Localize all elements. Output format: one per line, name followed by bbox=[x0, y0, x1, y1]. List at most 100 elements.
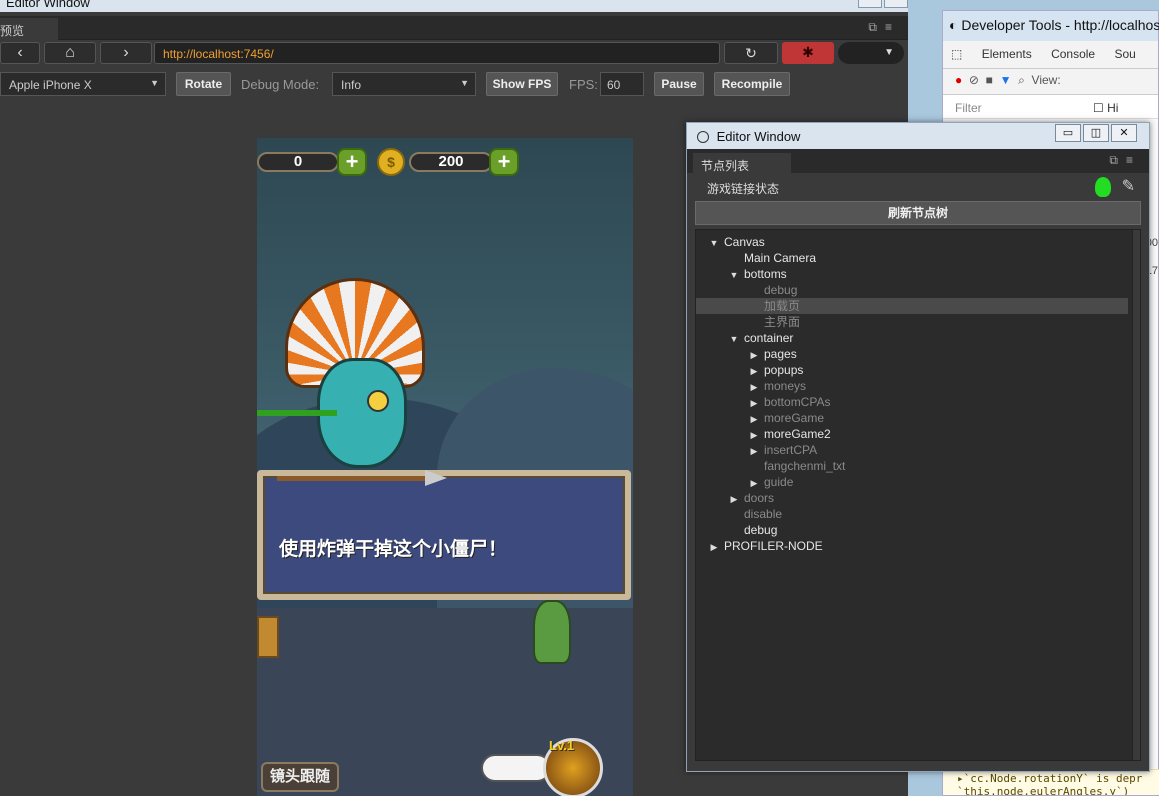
tree-node[interactable]: disable bbox=[696, 506, 1140, 522]
collapse-arrow-icon[interactable]: ▶ bbox=[744, 427, 764, 443]
debug-button[interactable]: ✱ bbox=[782, 42, 834, 64]
warning-line: `this.node.eulerAngles.y`) bbox=[957, 785, 1130, 795]
tree-node[interactable]: ▶ doors bbox=[696, 490, 1140, 506]
tree-node-label: Canvas bbox=[724, 235, 765, 249]
tree-node[interactable]: ▶ PROFILER-NODE bbox=[696, 538, 1140, 554]
clear-icon[interactable]: ⊘ bbox=[969, 73, 979, 87]
collapse-arrow-icon[interactable]: ▶ bbox=[704, 539, 724, 555]
collapse-arrow-icon[interactable]: ▶ bbox=[744, 395, 764, 411]
tree-window-titlebar: Editor Window ▭ ◫ ✕ bbox=[687, 123, 1149, 149]
tree-node-label: Main Camera bbox=[744, 251, 817, 265]
tab-node-list[interactable]: 节点列表 bbox=[693, 153, 791, 173]
tree-node[interactable]: ▶ moreGame2 bbox=[696, 426, 1140, 442]
maximize-button[interactable]: ◫ bbox=[1083, 124, 1109, 142]
tree-node[interactable]: ▶ moneys bbox=[696, 378, 1140, 394]
tree-node[interactable]: ▼ bottoms bbox=[696, 266, 1140, 282]
pause-button[interactable]: Pause bbox=[654, 72, 704, 96]
forward-button[interactable]: › bbox=[100, 42, 152, 64]
tree-node[interactable]: debug bbox=[696, 282, 1140, 298]
rotate-button[interactable]: Rotate bbox=[176, 72, 231, 96]
expand-arrow-icon[interactable]: ▼ bbox=[704, 235, 724, 251]
tab-options-icon[interactable]: ⧉≡ bbox=[1109, 153, 1141, 168]
bulb-icon bbox=[1095, 177, 1111, 197]
tree-node[interactable]: ▶ insertCPA bbox=[696, 442, 1140, 458]
more-dropdown[interactable]: ▼ bbox=[838, 42, 904, 64]
back-button[interactable]: ‹ bbox=[0, 42, 40, 64]
add-coins-button[interactable]: + bbox=[489, 148, 519, 176]
tab-sources[interactable]: Sou bbox=[1114, 47, 1135, 61]
collapse-arrow-icon[interactable]: ▶ bbox=[744, 347, 764, 363]
minimize-button[interactable]: ▭ bbox=[1055, 124, 1081, 142]
camera-icon[interactable]: ■ bbox=[986, 73, 993, 87]
devtools-titlebar: ◐ Developer Tools - http://localhost bbox=[943, 11, 1159, 41]
left-counter: 0 bbox=[257, 152, 339, 172]
show-fps-button[interactable]: Show FPS bbox=[486, 72, 558, 96]
search-icon[interactable]: ⌕ bbox=[1018, 73, 1025, 87]
collapse-arrow-icon[interactable]: ▶ bbox=[744, 411, 764, 427]
tab-preview[interactable]: 预览 bbox=[0, 18, 58, 40]
collapse-arrow-icon[interactable]: ▶ bbox=[744, 363, 764, 379]
refresh-tree-button[interactable]: 刷新节点树 bbox=[695, 201, 1141, 225]
minimize-button[interactable] bbox=[858, 0, 882, 8]
debug-mode-label: Debug Mode: bbox=[241, 77, 320, 92]
tree-node-label: moneys bbox=[764, 379, 807, 393]
url-input[interactable]: http://localhost:7456/ bbox=[154, 42, 720, 64]
collapse-arrow-icon[interactable]: ▶ bbox=[744, 443, 764, 459]
coin-icon: $ bbox=[377, 148, 405, 176]
node-tree[interactable]: ▼ Canvas Main Camera ▼ bottoms debug 加载页 主界面 ▼ co… bbox=[695, 229, 1141, 761]
tree-node[interactable]: ▶ guide bbox=[696, 474, 1140, 490]
recompile-button[interactable]: Recompile bbox=[714, 72, 790, 96]
view-label: View: bbox=[1031, 73, 1061, 87]
tree-node[interactable]: ▶ popups bbox=[696, 362, 1140, 378]
camera-follow-button[interactable]: 镜头跟随 bbox=[261, 762, 339, 792]
close-button[interactable] bbox=[884, 0, 908, 8]
tab-console[interactable]: Console bbox=[1051, 47, 1095, 61]
collapse-arrow-icon[interactable]: ▶ bbox=[724, 491, 744, 507]
inspect-icon[interactable]: ⬚ bbox=[951, 47, 962, 61]
game-preview-canvas[interactable]: 0 + $ 200 + 使用炸弹干掉这个小僵尸！ 镜头跟随 Lv.1 bbox=[257, 138, 633, 796]
pin-icon[interactable]: ✎ bbox=[1122, 176, 1135, 196]
record-icon[interactable]: ● bbox=[955, 73, 962, 87]
zombie-eye-graphic bbox=[367, 390, 389, 412]
collapse-arrow-icon[interactable]: ▶ bbox=[744, 379, 764, 395]
tree-node[interactable]: ▼ Canvas bbox=[696, 234, 1140, 250]
tree-node[interactable]: ▶ pages bbox=[696, 346, 1140, 362]
device-select-value: Apple iPhone X bbox=[9, 78, 92, 92]
tree-node[interactable]: fangchenmi_txt bbox=[696, 458, 1140, 474]
tree-node[interactable]: 主界面 bbox=[696, 314, 1140, 330]
hide-label: Hi bbox=[1107, 101, 1119, 115]
tree-node-label: insertCPA bbox=[764, 443, 818, 457]
tree-node[interactable]: debug bbox=[696, 522, 1140, 538]
filter-input[interactable]: Filter bbox=[955, 101, 982, 115]
tab-options-icon[interactable]: ⧉≡ bbox=[868, 20, 900, 35]
tab-elements[interactable]: Elements bbox=[982, 47, 1032, 61]
tree-node-label: moreGame bbox=[764, 411, 825, 425]
devtools-toolbar: ● ⊘ ■ ▼ ⌕ View: bbox=[943, 69, 1158, 95]
health-bar bbox=[257, 410, 337, 416]
triangle-down-icon: ▼ bbox=[884, 47, 894, 58]
devtools-title: Developer Tools - http://localhost bbox=[961, 17, 1159, 33]
add-counter-button[interactable]: + bbox=[337, 148, 367, 176]
tree-node[interactable]: Main Camera bbox=[696, 250, 1140, 266]
fps-input[interactable]: 60 bbox=[600, 72, 644, 96]
device-select[interactable]: Apple iPhone X ▼ bbox=[0, 72, 166, 96]
tree-node[interactable]: ▶ moreGame bbox=[696, 410, 1140, 426]
tree-node[interactable]: 加载页 bbox=[696, 298, 1128, 314]
home-button[interactable]: ⌂ bbox=[44, 42, 96, 64]
main-tabbar: 预览 ⧉≡ bbox=[0, 16, 908, 40]
close-button[interactable]: ✕ bbox=[1111, 124, 1137, 142]
tree-node[interactable]: ▼ container bbox=[696, 330, 1140, 346]
filter-icon[interactable]: ▼ bbox=[1000, 73, 1012, 87]
collapse-arrow-icon[interactable]: ▶ bbox=[744, 475, 764, 491]
reload-button[interactable]: ↻ bbox=[724, 42, 778, 64]
reload-icon: ↻ bbox=[745, 45, 757, 61]
tree-node[interactable]: ▶ bottomCPAs bbox=[696, 394, 1140, 410]
debug-mode-select[interactable]: Info ▼ bbox=[332, 72, 476, 96]
expand-arrow-icon[interactable]: ▼ bbox=[724, 267, 744, 283]
expand-arrow-icon[interactable]: ▼ bbox=[724, 331, 744, 347]
hide-checkbox[interactable]: ☐ Hi bbox=[1093, 101, 1118, 115]
small-zombie-graphic bbox=[533, 600, 571, 664]
chevron-right-icon: › bbox=[123, 44, 129, 61]
tree-window-title: Editor Window bbox=[716, 129, 801, 144]
connection-status-label: 游戏链接状态 bbox=[707, 182, 780, 196]
